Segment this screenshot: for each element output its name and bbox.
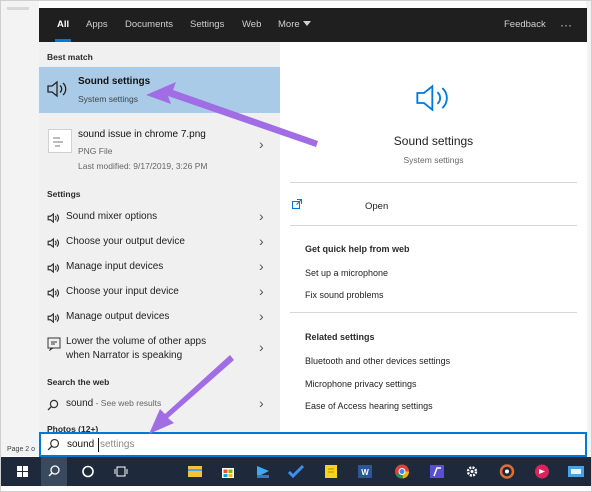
- annotation-arrow-upper: [146, 82, 318, 147]
- annotation-arrow-lower: [149, 355, 234, 434]
- annotation-arrows: [146, 82, 318, 434]
